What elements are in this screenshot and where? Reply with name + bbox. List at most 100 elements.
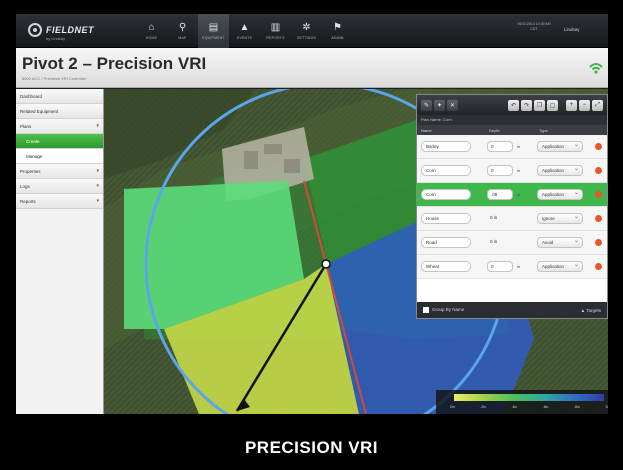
zone-row[interactable]: Barley 0 in Application: [417, 135, 607, 159]
nav-admin[interactable]: ⚑ ADMIN: [322, 14, 353, 48]
logo[interactable]: FIELDNET: [28, 23, 94, 37]
delete-zone-icon[interactable]: [595, 191, 602, 198]
zoom-in-icon[interactable]: +: [566, 99, 577, 111]
zone-name-input[interactable]: Wheat: [421, 261, 471, 272]
sidebar-item-label: Plans: [20, 123, 32, 129]
datetime-display: 06/11/2014 10:39 AM CDT: [517, 22, 551, 31]
caption: PRECISION VRI: [244, 438, 379, 457]
sidebar-item-label: Logs: [20, 183, 30, 189]
sidebar: Dashboard Related Equipment Plans ▾ Create Ma…: [16, 89, 104, 414]
nav-label: SETTINGS: [296, 35, 317, 40]
zone-type-select[interactable]: Application: [537, 260, 583, 272]
sidebar-item-logs[interactable]: Logs ▾: [16, 179, 103, 194]
nav-reports[interactable]: ▥ REPORTS: [260, 14, 291, 48]
depth-unit: in: [517, 192, 521, 197]
select-tool-icon[interactable]: ✦: [434, 99, 445, 111]
home-icon: ⌂: [148, 21, 155, 33]
depth-unit: in: [517, 264, 521, 269]
events-icon: ▲: [239, 21, 250, 33]
depth-unit: in: [517, 168, 521, 173]
legend-tick: 1in: [605, 405, 608, 409]
sidebar-item-label: Properties: [20, 168, 41, 174]
zone-name-input[interactable]: Road: [421, 237, 471, 248]
column-header: Name Depth Type: [417, 125, 607, 135]
delete-zone-icon[interactable]: [595, 263, 602, 270]
depth-unit: in: [517, 144, 521, 149]
zone-depth-input[interactable]: 0: [487, 141, 513, 152]
nav-settings[interactable]: ✲ SETTINGS: [291, 14, 322, 48]
zone-type-select[interactable]: Application: [537, 188, 583, 200]
legend-tick: .6in: [542, 405, 549, 409]
zone-type-select[interactable]: Avoid: [537, 236, 583, 248]
sidebar-item-label: Reports: [20, 198, 36, 204]
zoom-out-icon[interactable]: −: [579, 99, 590, 111]
nav-label: HOME: [145, 35, 158, 40]
sidebar-item-label: Manage: [26, 153, 43, 159]
fullscreen-icon[interactable]: ⤢: [592, 99, 603, 111]
zone-depth-input[interactable]: .08: [487, 189, 513, 200]
clear-icon[interactable]: ▢: [547, 99, 558, 111]
legend-tick: .8in: [574, 405, 580, 409]
targets-button[interactable]: ▲ Targets: [581, 308, 601, 313]
zone-type-select[interactable]: Ignore: [537, 212, 583, 224]
copy-icon[interactable]: ❐: [534, 99, 545, 111]
plan-name-label: Plan Name: Corn: [417, 115, 607, 125]
admin-icon: ⚑: [333, 21, 342, 33]
top-navigation-bar: FIELDNET by Lindsay ⌂ HOME ⚲ MAP ▤ EQUIPMENT ▲…: [16, 14, 608, 48]
legend-tick: 0in: [450, 405, 455, 409]
nav-label: REPORTS: [266, 35, 285, 40]
sidebar-item-reports[interactable]: Reports ▾: [16, 194, 103, 209]
zone-depth-input: 0 in: [490, 215, 498, 220]
page-title: Pivot 2 – Precision VRI: [22, 54, 207, 73]
delete-zone-icon[interactable]: [595, 143, 602, 150]
sidebar-item-dashboard[interactable]: Dashboard: [16, 89, 103, 104]
nav-label: ADMIN: [331, 35, 344, 40]
nav-home[interactable]: ⌂ HOME: [136, 14, 167, 48]
zone-row[interactable]: Corn 0 in Application: [417, 159, 607, 183]
zone-name-input[interactable]: Barley: [421, 141, 471, 152]
erase-tool-icon[interactable]: ✕: [447, 99, 458, 111]
col-type: Type: [539, 127, 548, 133]
sidebar-item-create[interactable]: Create: [16, 134, 103, 149]
zone-depth-input[interactable]: 0: [487, 165, 513, 176]
zone-type-select[interactable]: Application: [537, 164, 583, 176]
legend-tick: .2in: [480, 405, 486, 409]
zone-row[interactable]: Corn .08 in Application: [417, 183, 607, 207]
delete-zone-icon[interactable]: [595, 239, 602, 246]
zone-type-select[interactable]: Application: [537, 140, 583, 152]
pivot-center[interactable]: [321, 259, 331, 269]
zone-depth-input[interactable]: 0: [487, 261, 513, 272]
zone-row[interactable]: House 0 in Ignore: [417, 207, 607, 231]
main-nav: ⌂ HOME ⚲ MAP ▤ EQUIPMENT ▲ EVENTS ▥ REPORTS ✲ SETTI…: [136, 14, 353, 48]
sidebar-item-properties[interactable]: Properties ▾: [16, 164, 103, 179]
nav-map[interactable]: ⚲ MAP: [167, 14, 198, 48]
chevron-down-icon: ▾: [96, 183, 99, 189]
nav-equipment[interactable]: ▤ EQUIPMENT: [198, 14, 229, 48]
sidebar-item-plans[interactable]: Plans ▾: [16, 119, 103, 134]
nav-label: MAP: [178, 35, 187, 40]
sidebar-item-related-equipment[interactable]: Related Equipment: [16, 104, 103, 119]
sidebar-item-manage[interactable]: Manage: [16, 149, 103, 164]
draw-tool-icon[interactable]: ✎: [421, 99, 432, 111]
nav-label: EVENTS: [236, 35, 253, 40]
nav-label: EQUIPMENT: [202, 35, 225, 40]
legend-tick: .4in: [511, 405, 518, 409]
plan-editor-panel: ✎ ✦ ✕ ↶ ↷ ❐ ▢ + − ⤢ Plan Name: Corn Name: [416, 94, 608, 319]
delete-zone-icon[interactable]: [595, 215, 602, 222]
user-menu[interactable]: Lindsay: [564, 27, 580, 32]
legend-ticks: 0in .2in .4in .6in .8in 1in: [450, 405, 608, 409]
zone-name-input[interactable]: Corn: [421, 165, 471, 176]
depth-legend: 0in .2in .4in .6in .8in 1in: [436, 390, 608, 414]
delete-zone-icon[interactable]: [595, 167, 602, 174]
undo-icon[interactable]: ↶: [508, 99, 519, 111]
zone-row[interactable]: Road 0 in Avoid: [417, 231, 607, 255]
zone-name-input[interactable]: House: [421, 213, 471, 224]
zone-name-input[interactable]: Corn: [421, 189, 471, 200]
nav-events[interactable]: ▲ EVENTS: [229, 14, 260, 48]
group-by-name-toggle[interactable]: Group By Name: [423, 307, 464, 313]
col-depth: Depth: [489, 127, 500, 133]
redo-icon[interactable]: ↷: [521, 99, 532, 111]
chevron-down-icon: ▾: [96, 198, 99, 204]
photo-frame: FIELDNET by Lindsay ⌂ HOME ⚲ MAP ▤ EQUIPMENT ▲…: [0, 0, 623, 470]
zone-row[interactable]: Wheat 0 in Application: [417, 255, 607, 279]
